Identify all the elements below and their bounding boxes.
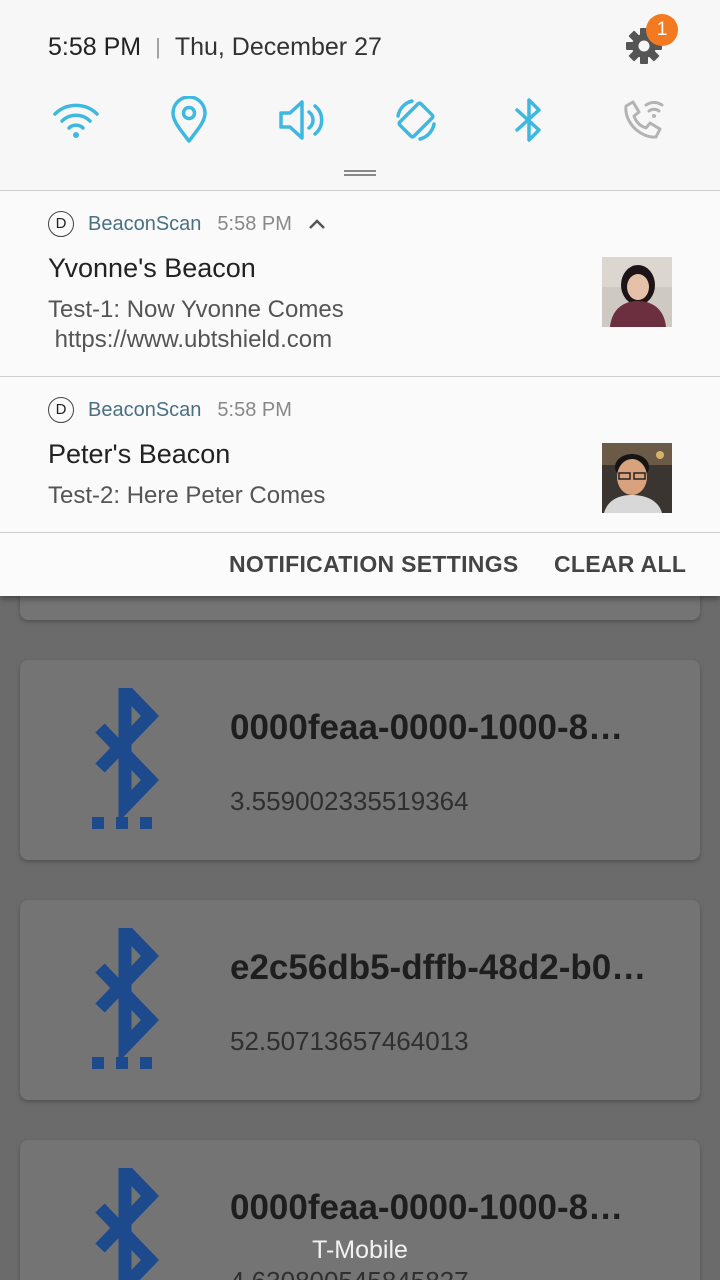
sender-avatar: [602, 443, 672, 513]
beacon-distance: 52.50713657464013: [230, 1026, 469, 1056]
beacon-card[interactable]: 0000feaa-0000-1000-8… 3.559002335519364: [20, 660, 700, 860]
notification-body: Test-1: Now Yvonne Comes https://www.ubt…: [48, 296, 344, 353]
sender-avatar: [602, 257, 672, 327]
beacon-uuid: 0000feaa-0000-1000-8…: [230, 708, 624, 747]
notification-shade: 5:58 PM | Thu, December 27 1 D BeaconSca…: [0, 0, 720, 596]
notification-title: Yvonne's Beacon: [48, 253, 256, 283]
drag-handle[interactable]: [344, 170, 376, 176]
beacon-uuid: 0000feaa-0000-1000-8…: [230, 1188, 624, 1227]
notification-card[interactable]: D BeaconScan 5:58 PM Peter's Beacon Test…: [0, 376, 720, 532]
notification-time: 5:58 PM: [217, 212, 292, 235]
status-row: 5:58 PM | Thu, December 27: [48, 30, 382, 64]
sound-icon[interactable]: [278, 96, 326, 144]
date: Thu, December 27: [174, 32, 382, 61]
beacon-distance: 4.630800545845827: [230, 1266, 469, 1280]
app-name: BeaconScan: [88, 212, 202, 235]
bluetooth-icon: [92, 688, 160, 829]
notification-header: D BeaconScan 5:58 PM: [48, 397, 292, 423]
notification-settings-button[interactable]: NOTIFICATION SETTINGS: [229, 551, 519, 578]
clock: 5:58 PM: [48, 32, 142, 61]
app-name: BeaconScan: [88, 398, 202, 421]
wifi-calling-icon[interactable]: [618, 96, 666, 144]
wifi-icon[interactable]: [52, 96, 100, 144]
notification-title: Peter's Beacon: [48, 439, 231, 469]
location-icon[interactable]: [165, 96, 213, 144]
notification-actions: NOTIFICATION SETTINGS CLEAR ALL: [0, 532, 720, 596]
chevron-up-icon[interactable]: [308, 218, 326, 230]
auto-rotate-icon[interactable]: [392, 96, 440, 144]
carrier-label: T-Mobile: [312, 1236, 408, 1264]
bluetooth-icon[interactable]: [505, 96, 553, 144]
notification-time: 5:58 PM: [217, 398, 292, 421]
beacon-card[interactable]: e2c56db5-dffb-48d2-b0… 52.50713657464013: [20, 900, 700, 1100]
settings-badge: 1: [646, 14, 678, 46]
beacon-distance: 3.559002335519364: [230, 786, 469, 816]
app-icon: D: [48, 211, 74, 237]
clear-all-button[interactable]: CLEAR ALL: [554, 551, 686, 578]
app-icon: D: [48, 397, 74, 423]
status-separator: |: [155, 34, 161, 59]
notification-body: Test-2: Here Peter Comes: [48, 482, 326, 509]
beacon-uuid: e2c56db5-dffb-48d2-b0…: [230, 948, 647, 987]
notification-header: D BeaconScan 5:58 PM: [48, 211, 326, 237]
bluetooth-icon: [92, 928, 160, 1069]
notification-card[interactable]: D BeaconScan 5:58 PM Yvonne's Beacon Tes…: [0, 190, 720, 376]
